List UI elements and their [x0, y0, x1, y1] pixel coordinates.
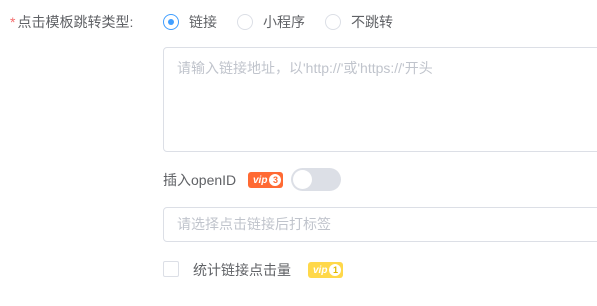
radio-label-no-jump: 不跳转 [351, 14, 393, 30]
radio-option-link[interactable]: 链接 [163, 12, 217, 32]
vip-text-stat: vip [313, 264, 328, 276]
jump-type-label: * 点击模板跳转类型: [10, 12, 133, 32]
stat-clicks-checkbox[interactable] [163, 261, 179, 277]
vip-badge-stat: vip 1 [308, 262, 344, 278]
radio-label-link: 链接 [189, 14, 217, 30]
vip-badge-openid: vip 3 [248, 172, 284, 188]
link-url-placeholder: 请输入链接地址，以'http://'或'https://'开头 [177, 60, 433, 76]
stat-clicks-label[interactable]: 统计链接点击量 [193, 261, 291, 279]
required-mark: * [10, 14, 16, 30]
insert-openid-label: 插入openID [163, 172, 237, 188]
vip-text-openid: vip [253, 174, 268, 186]
jump-type-radio-group: 链接 小程序 不跳转 [163, 12, 413, 32]
link-url-textarea[interactable]: 请输入链接地址，以'http://'或'https://'开头 [163, 47, 597, 152]
radio-label-miniprogram: 小程序 [263, 14, 305, 30]
jump-type-label-text: 点击模板跳转类型: [17, 14, 134, 30]
insert-openid-switch[interactable] [291, 168, 341, 191]
radio-circle-link[interactable] [163, 14, 179, 30]
radio-option-no-jump[interactable]: 不跳转 [325, 12, 393, 32]
radio-option-miniprogram[interactable]: 小程序 [237, 12, 305, 32]
vip-level-stat: 1 [329, 264, 342, 276]
switch-thumb [293, 170, 312, 189]
tag-select-placeholder: 请选择点击链接后打标签 [177, 216, 331, 232]
radio-circle-miniprogram[interactable] [237, 14, 253, 30]
tag-select-input[interactable]: 请选择点击链接后打标签 [163, 207, 597, 242]
radio-circle-no-jump[interactable] [325, 14, 341, 30]
vip-level-openid: 3 [269, 174, 282, 186]
